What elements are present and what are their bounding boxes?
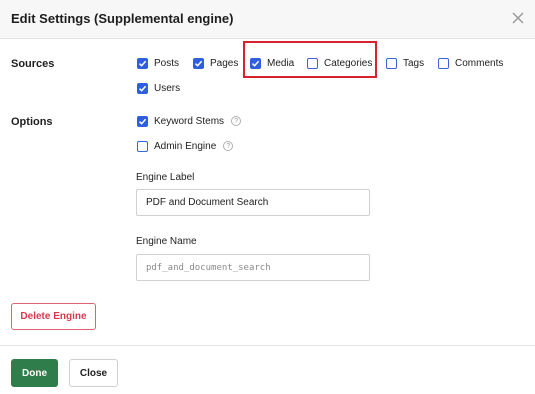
engine-label-input[interactable]: PDF and Document Search: [136, 189, 370, 216]
source-posts-checkbox[interactable]: Posts: [137, 55, 179, 71]
dialog-header: Edit Settings (Supplemental engine): [0, 0, 535, 39]
highlight-box: [243, 41, 377, 78]
engine-label-heading: Engine Label: [136, 172, 195, 183]
source-users-label: Users: [154, 82, 181, 94]
source-tags-checkbox[interactable]: Tags: [386, 55, 424, 71]
checkbox-checked-icon: [137, 115, 148, 127]
admin-engine-label: Admin Engine: [154, 140, 217, 152]
source-pages-checkbox[interactable]: Pages: [193, 55, 238, 71]
engine-name-input[interactable]: pdf_and_document_search: [136, 254, 370, 281]
delete-engine-button[interactable]: Delete Engine: [11, 303, 96, 330]
help-icon[interactable]: ?: [223, 141, 234, 151]
checkbox-checked-icon: [137, 82, 148, 94]
admin-engine-checkbox[interactable]: Admin Engine ?: [137, 138, 234, 154]
sources-label: Sources: [11, 58, 55, 70]
checkbox-checked-icon: [137, 57, 148, 69]
source-tags-label: Tags: [403, 57, 425, 69]
checkbox-unchecked-icon: [137, 140, 148, 152]
engine-name-heading: Engine Name: [136, 236, 197, 247]
close-button[interactable]: Close: [69, 359, 118, 387]
keyword-stems-label: Keyword Stems: [154, 115, 225, 127]
checkbox-unchecked-icon: [438, 57, 449, 69]
source-users-checkbox[interactable]: Users: [137, 80, 180, 96]
options-label: Options: [11, 116, 53, 128]
dialog-title: Edit Settings (Supplemental engine): [11, 11, 234, 26]
source-posts-label: Posts: [154, 57, 180, 69]
checkbox-checked-icon: [193, 57, 204, 69]
source-comments-checkbox[interactable]: Comments: [438, 55, 503, 71]
done-button[interactable]: Done: [11, 359, 58, 387]
checkbox-unchecked-icon: [386, 57, 397, 69]
source-comments-label: Comments: [455, 57, 504, 69]
footer-divider: [0, 345, 535, 346]
keyword-stems-checkbox[interactable]: Keyword Stems ?: [137, 113, 242, 129]
help-icon[interactable]: ?: [231, 116, 242, 126]
close-icon[interactable]: [509, 9, 527, 27]
source-pages-label: Pages: [210, 57, 239, 69]
